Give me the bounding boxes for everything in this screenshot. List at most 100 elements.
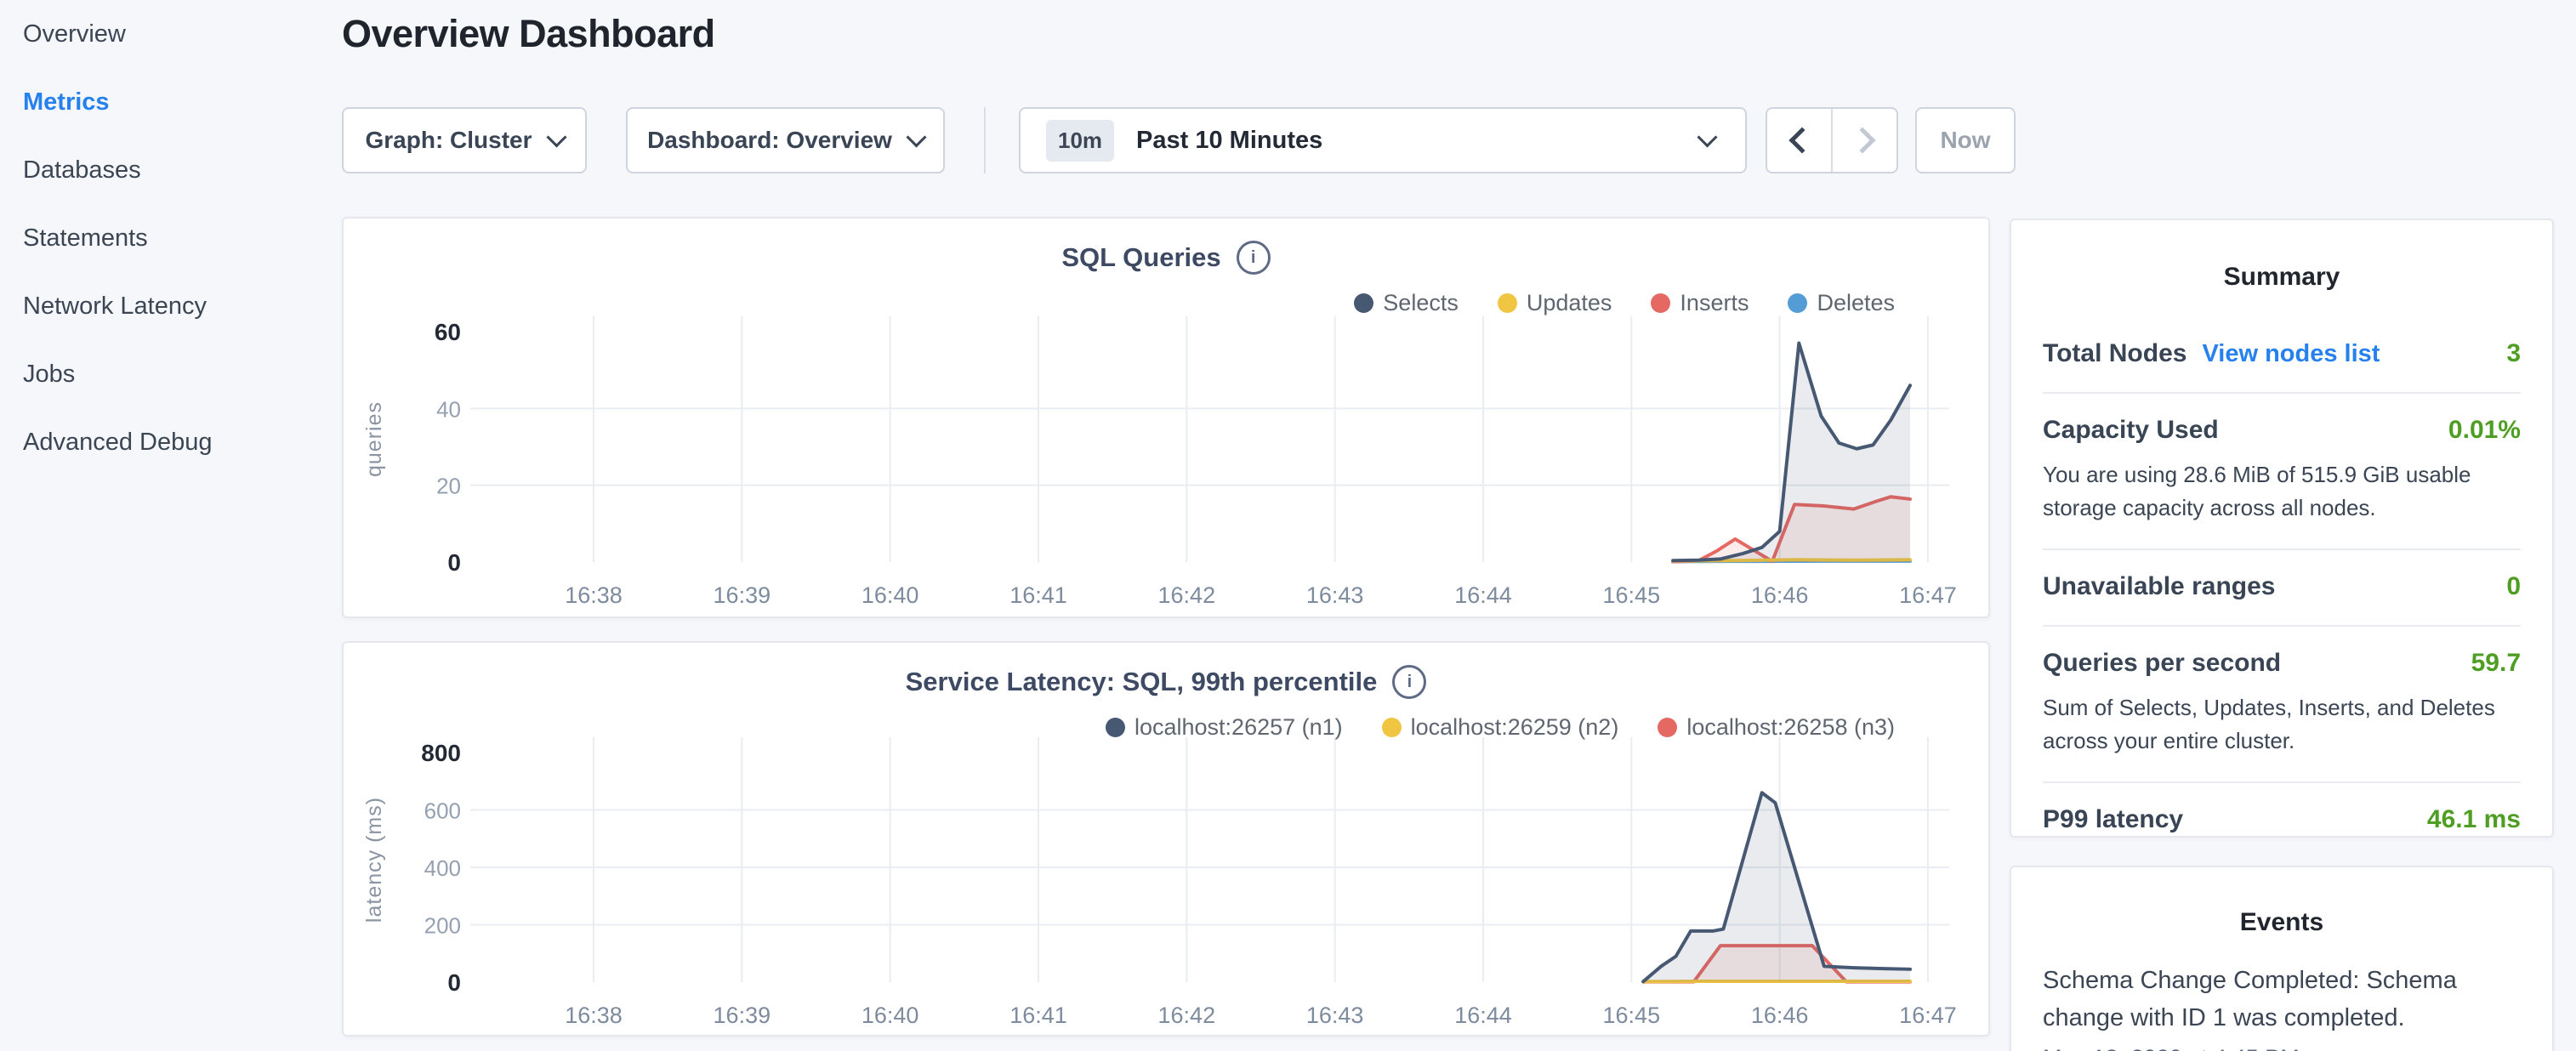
now-button[interactable]: Now xyxy=(1915,107,2016,173)
legend-item: Inserts xyxy=(1651,290,1749,316)
summary-row-label: Queries per second xyxy=(2043,649,2281,678)
svg-text:40: 40 xyxy=(436,396,461,422)
svg-text:60: 60 xyxy=(435,319,461,345)
summary-row-description: You are using 28.6 MiB of 515.9 GiB usab… xyxy=(2043,458,2521,525)
chevron-right-icon xyxy=(1849,127,1875,153)
sql-queries-chart-card: SQL Queries SelectsUpdatesInsertsDeletes… xyxy=(342,217,1990,618)
chart-title: Service Latency: SQL, 99th percentile xyxy=(906,667,1378,697)
svg-text:20: 20 xyxy=(436,474,461,499)
service-latency-chart-card: Service Latency: SQL, 99th percentile lo… xyxy=(342,641,1990,1037)
svg-text:16:39: 16:39 xyxy=(714,1003,771,1028)
legend-label: Updates xyxy=(1527,290,1612,316)
svg-text:16:41: 16:41 xyxy=(1009,582,1067,608)
legend-label: localhost:26257 (n1) xyxy=(1134,714,1343,741)
legend-dot-icon xyxy=(1788,293,1807,313)
summary-row-value: 59.7 xyxy=(2471,649,2521,678)
time-prev-button[interactable] xyxy=(1767,109,1831,172)
time-next-button[interactable] xyxy=(1831,109,1896,172)
events-panel: Events Schema Change Completed: Schema c… xyxy=(2010,866,2554,1051)
summary-row-total-nodes: Total Nodes View nodes list 3 xyxy=(2043,317,2521,392)
summary-row-capacity-used: Capacity Used 0.01% You are using 28.6 M… xyxy=(2043,394,2521,548)
legend-dot-icon xyxy=(1651,293,1670,313)
svg-text:16:39: 16:39 xyxy=(714,582,771,608)
legend-item: localhost:26257 (n1) xyxy=(1106,714,1343,741)
time-range-dropdown[interactable]: 10m Past 10 Minutes xyxy=(1019,107,1747,173)
sidebar-item-overview[interactable]: Overview xyxy=(0,0,342,68)
svg-text:800: 800 xyxy=(421,740,461,766)
svg-text:queries: queries xyxy=(362,401,386,477)
summary-panel: Summary Total Nodes View nodes list 3 Ca… xyxy=(2010,219,2554,838)
legend-item: Deletes xyxy=(1788,290,1895,316)
sql-queries-chart[interactable]: 16:3816:3916:4016:4116:4216:4316:4416:45… xyxy=(344,219,1988,616)
svg-text:16:40: 16:40 xyxy=(862,582,919,608)
legend-dot-icon xyxy=(1354,293,1373,313)
info-icon[interactable] xyxy=(1392,665,1426,699)
legend-label: localhost:26259 (n2) xyxy=(1411,714,1619,741)
svg-text:16:38: 16:38 xyxy=(565,582,623,608)
summary-title: Summary xyxy=(2043,263,2521,292)
chevron-down-icon xyxy=(546,127,566,147)
summary-row-p99-latency: P99 latency 46.1 ms xyxy=(2043,783,2521,858)
event-item-text: Schema Change Completed: Schema change w… xyxy=(2043,963,2521,1037)
legend-dot-icon xyxy=(1106,718,1125,737)
sidebar-item-network-latency[interactable]: Network Latency xyxy=(0,272,342,340)
sidebar-item-metrics[interactable]: Metrics xyxy=(0,68,342,136)
summary-row-value: 0.01% xyxy=(2448,416,2521,445)
svg-text:0: 0 xyxy=(447,969,461,996)
graph-scope-dropdown[interactable]: Graph: Cluster xyxy=(342,107,587,173)
summary-row-unavailable-ranges: Unavailable ranges 0 xyxy=(2043,550,2521,625)
chevron-down-icon xyxy=(906,127,926,147)
event-item-timestamp: May 13, 2020 at 4:45 PM xyxy=(2043,1045,2521,1051)
svg-text:16:47: 16:47 xyxy=(1899,582,1957,608)
chevron-down-icon xyxy=(1697,127,1717,147)
legend-item: Selects xyxy=(1354,290,1459,316)
sidebar-item-statements[interactable]: Statements xyxy=(0,204,342,272)
chart-legend: localhost:26257 (n1) localhost:26259 (n2)… xyxy=(1106,714,1895,741)
legend-label: Deletes xyxy=(1817,290,1895,316)
svg-text:16:45: 16:45 xyxy=(1603,1003,1661,1028)
legend-item: localhost:26259 (n2) xyxy=(1382,714,1619,741)
svg-text:600: 600 xyxy=(424,798,461,824)
svg-text:16:41: 16:41 xyxy=(1009,1003,1067,1028)
chart-legend: Selects Updates Inserts Deletes xyxy=(1354,290,1895,316)
sidebar-item-jobs[interactable]: Jobs xyxy=(0,340,342,408)
summary-row-label: Unavailable ranges xyxy=(2043,572,2275,601)
info-icon[interactable] xyxy=(1237,241,1271,275)
svg-text:16:42: 16:42 xyxy=(1158,1003,1216,1028)
dashboard-dropdown-label: Dashboard: Overview xyxy=(647,127,892,154)
dashboard-dropdown[interactable]: Dashboard: Overview xyxy=(626,107,945,173)
legend-dot-icon xyxy=(1658,718,1677,737)
svg-text:16:38: 16:38 xyxy=(565,1003,623,1028)
summary-row-value: 0 xyxy=(2506,572,2521,601)
summary-row-queries-per-second: Queries per second 59.7 Sum of Selects, … xyxy=(2043,627,2521,781)
events-title: Events xyxy=(2043,908,2521,937)
toolbar-divider xyxy=(984,107,986,173)
sidebar-nav: Overview Metrics Databases Statements Ne… xyxy=(0,0,342,1051)
summary-row-value: 46.1 ms xyxy=(2427,805,2521,834)
svg-text:16:44: 16:44 xyxy=(1454,582,1512,608)
legend-dot-icon xyxy=(1498,293,1517,313)
svg-text:latency (ms): latency (ms) xyxy=(362,797,386,923)
svg-text:16:46: 16:46 xyxy=(1751,582,1809,608)
svg-text:400: 400 xyxy=(424,855,461,881)
sidebar-item-advanced-debug[interactable]: Advanced Debug xyxy=(0,408,342,476)
svg-text:16:45: 16:45 xyxy=(1603,582,1661,608)
svg-text:0: 0 xyxy=(447,549,461,576)
view-nodes-list-link[interactable]: View nodes list xyxy=(2202,340,2380,368)
service-latency-chart[interactable]: 16:38 16:39 16:40 16:41 16:42 16:43 16:44 16:45… xyxy=(344,643,1988,1035)
summary-row-label: P99 latency xyxy=(2043,805,2183,834)
svg-text:16:46: 16:46 xyxy=(1751,1003,1809,1028)
svg-text:16:44: 16:44 xyxy=(1454,1003,1512,1028)
svg-text:200: 200 xyxy=(424,913,461,939)
summary-row-label: Total Nodes xyxy=(2043,339,2186,368)
legend-item: localhost:26258 (n3) xyxy=(1658,714,1895,741)
page-title: Overview Dashboard xyxy=(342,12,715,56)
svg-text:16:40: 16:40 xyxy=(862,1003,919,1028)
sidebar-item-databases[interactable]: Databases xyxy=(0,136,342,204)
graph-scope-dropdown-label: Graph: Cluster xyxy=(365,127,532,154)
svg-text:16:43: 16:43 xyxy=(1306,1003,1364,1028)
legend-label: Selects xyxy=(1383,290,1459,316)
time-range-label: Past 10 Minutes xyxy=(1136,127,1322,155)
time-step-buttons xyxy=(1766,107,1898,173)
overview-dashboard-page: Overview Metrics Databases Statements Ne… xyxy=(0,0,2576,1051)
